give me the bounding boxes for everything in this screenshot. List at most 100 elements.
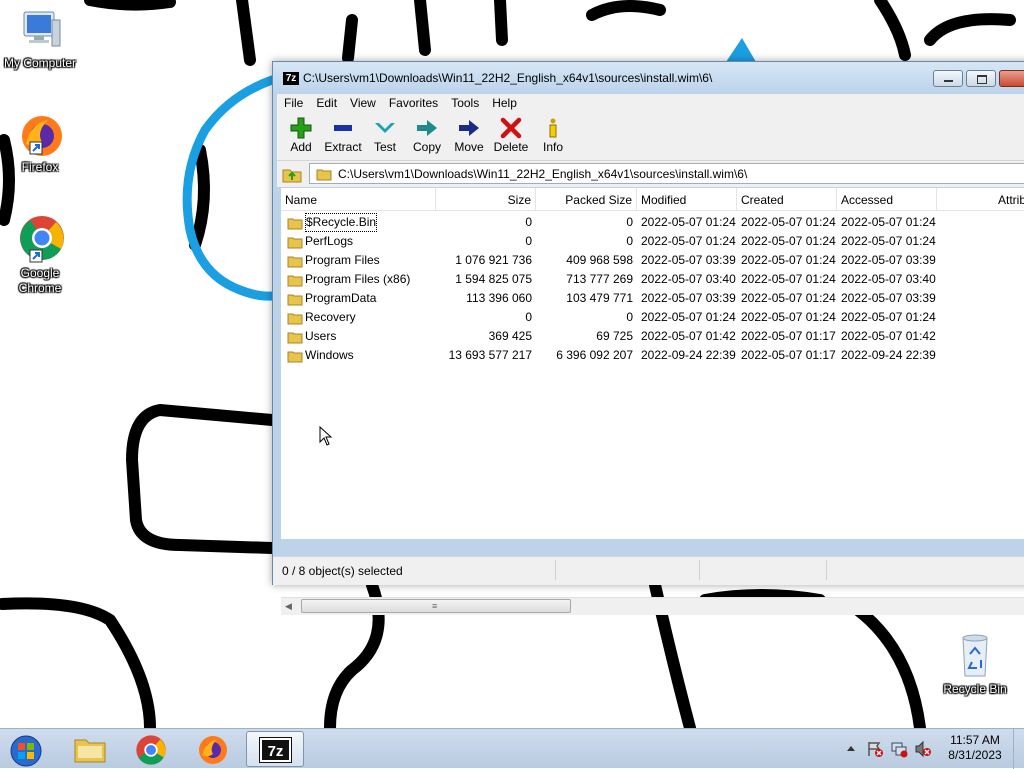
row-modified: 2022-05-07 01:24: [641, 234, 736, 248]
menu-favorites[interactable]: Favorites: [382, 94, 444, 110]
test-icon: [375, 123, 395, 133]
move-button-label: Move: [454, 140, 484, 154]
row-attributes: R: [937, 251, 1024, 270]
add-button[interactable]: Add: [279, 114, 323, 160]
taskbar-file-explorer[interactable]: [62, 731, 118, 767]
start-button[interactable]: [0, 731, 52, 767]
row-accessed: 2022-09-24 22:39: [841, 348, 936, 362]
network-icon[interactable]: [890, 740, 908, 758]
taskbar-7zip[interactable]: 7z: [246, 731, 304, 767]
column-headers: Name Size Packed Size Modified Created A…: [281, 188, 1024, 211]
row-name: Program Files (x86): [305, 272, 411, 286]
desktop-icon-label: Firefox: [21, 160, 59, 174]
table-row[interactable]: Windows 13 693 577 217 6 396 092 207 202…: [281, 346, 1024, 365]
add-icon: [290, 117, 312, 139]
desktop-icon-firefox[interactable]: Firefox: [0, 114, 80, 175]
taskbar-firefox[interactable]: [185, 731, 241, 767]
folder-icon: [287, 218, 303, 230]
table-row[interactable]: Program Files (x86) 1 594 825 075 713 77…: [281, 270, 1024, 289]
row-created: 2022-05-07 01:24: [741, 310, 836, 324]
show-hidden-icons-icon[interactable]: [846, 744, 856, 752]
firefox-icon: [199, 736, 227, 764]
column-header-created[interactable]: Created: [737, 188, 837, 210]
clock[interactable]: 11:57 AM 8/31/2023: [942, 733, 1008, 763]
scroll-left-arrow-icon[interactable]: ◀: [285, 601, 292, 612]
row-name: ProgramData: [305, 291, 377, 305]
scrollbar-grip-icon: ≡: [432, 601, 438, 611]
desktop-icon-label: My Computer: [3, 56, 77, 70]
up-folder-button[interactable]: [281, 164, 303, 184]
desktop-icon-google-chrome[interactable]: Google Chrome: [0, 214, 80, 296]
table-row[interactable]: PerfLogs 0 0 2022-05-07 01:24 2022-05-07…: [281, 232, 1024, 251]
chrome-icon: [136, 735, 166, 765]
row-size: 369 425: [488, 329, 532, 343]
table-row[interactable]: Users 369 425 69 725 2022-05-07 01:42 20…: [281, 327, 1024, 346]
folder-icon: [287, 332, 303, 344]
row-modified: 2022-05-07 03:39: [641, 253, 736, 267]
menu-view[interactable]: View: [343, 94, 382, 110]
copy-button[interactable]: Copy: [405, 114, 449, 160]
volume-muted-icon[interactable]: [914, 740, 932, 758]
window-title: C:\Users\vm1\Downloads\Win11_22H2_Englis…: [303, 71, 713, 85]
computer-icon: [23, 11, 61, 47]
file-explorer-icon: [74, 739, 106, 763]
window-titlebar[interactable]: 7z C:\Users\vm1\Downloads\Win11_22H2_Eng…: [273, 62, 1024, 94]
action-center-flag-icon[interactable]: [866, 740, 884, 758]
row-created: 2022-05-07 01:24: [741, 272, 836, 286]
menu-file[interactable]: File: [277, 94, 309, 110]
menu-tools[interactable]: Tools: [444, 94, 485, 110]
row-accessed: 2022-05-07 01:24: [841, 310, 936, 324]
row-accessed: 2022-05-07 03:40: [841, 272, 936, 286]
column-header-attributes[interactable]: Attribut: [937, 188, 1024, 210]
folder-icon: [287, 294, 303, 306]
row-modified: 2022-09-24 22:39: [641, 348, 736, 362]
status-text: 0 / 8 object(s) selected: [282, 564, 403, 578]
row-name: PerfLogs: [305, 234, 354, 248]
table-row[interactable]: Recovery 0 0 2022-05-07 01:24 2022-05-07…: [281, 308, 1024, 327]
status-bar: 0 / 8 object(s) selected: [273, 556, 1024, 585]
table-row[interactable]: Program Files 1 076 921 736 409 968 598 …: [281, 251, 1024, 270]
column-header-size[interactable]: Size: [436, 188, 536, 210]
row-packed-size: 6 396 092 207: [556, 348, 633, 362]
delete-button[interactable]: Delete: [489, 114, 533, 160]
desktop-icon-my-computer[interactable]: My Computer: [0, 8, 80, 71]
add-button-label: Add: [290, 140, 312, 154]
clock-time: 11:57 AM: [950, 733, 1000, 747]
7zip-icon: 7z: [259, 737, 292, 763]
column-header-accessed[interactable]: Accessed: [837, 188, 937, 210]
show-desktop-button[interactable]: [1013, 729, 1024, 769]
taskbar-chrome[interactable]: [123, 731, 179, 767]
copy-icon: [417, 120, 437, 136]
folder-icon: [316, 169, 332, 181]
column-header-modified[interactable]: Modified: [637, 188, 737, 210]
test-button[interactable]: Test: [363, 114, 407, 160]
horizontal-scrollbar[interactable]: ◀ ≡: [281, 597, 1024, 615]
scrollbar-thumb[interactable]: ≡: [301, 599, 571, 613]
close-button[interactable]: [999, 70, 1024, 87]
row-modified: 2022-05-07 03:39: [641, 291, 736, 305]
clock-date: 8/31/2023: [948, 748, 1002, 762]
extract-button[interactable]: Extract: [321, 114, 365, 160]
test-button-label: Test: [373, 140, 396, 154]
move-button[interactable]: Move: [447, 114, 491, 160]
menu-edit[interactable]: Edit: [309, 94, 343, 110]
path-text: C:\Users\vm1\Downloads\Win11_22H2_Englis…: [338, 167, 748, 181]
column-header-packed-size[interactable]: Packed Size: [536, 188, 637, 210]
row-attributes: H: [937, 308, 1024, 327]
row-modified: 2022-05-07 01:42: [641, 329, 736, 343]
row-size: 1 594 825 075: [455, 272, 532, 286]
row-packed-size: 0: [626, 310, 633, 324]
row-attributes: R: [937, 327, 1024, 346]
desktop-icon-label: Recycle Bin: [943, 682, 1007, 696]
maximize-button[interactable]: [966, 70, 996, 87]
info-button[interactable]: Info: [531, 114, 575, 160]
table-row[interactable]: ProgramData 113 396 060 103 479 771 2022…: [281, 289, 1024, 308]
table-row[interactable]: $Recycle.Bin 0 0 2022-05-07 01:24 2022-0…: [281, 213, 1024, 232]
info-icon: [549, 118, 557, 138]
minimize-button[interactable]: [933, 70, 963, 87]
menu-help[interactable]: Help: [485, 94, 523, 110]
path-input[interactable]: C:\Users\vm1\Downloads\Win11_22H2_Englis…: [309, 163, 1024, 184]
column-header-name[interactable]: Name: [281, 188, 436, 210]
row-packed-size: 713 777 269: [566, 272, 633, 286]
desktop-icon-recycle-bin[interactable]: Recycle Bin: [935, 632, 1015, 697]
